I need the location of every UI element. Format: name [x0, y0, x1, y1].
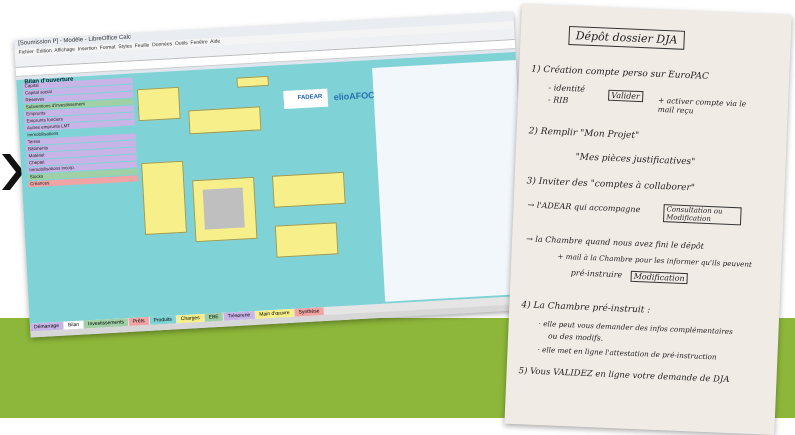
note-line: 3) Inviter des "comptes à collaborer"	[526, 176, 696, 194]
note-line: 4) La Chambre pré-instruit :	[521, 300, 651, 316]
input-cells	[188, 106, 262, 135]
input-cells	[274, 222, 339, 258]
menu-item: Affichage	[54, 46, 76, 54]
note-line: 1) Création compte perso sur EuroPAC	[531, 64, 710, 82]
menu-item: Édition	[36, 47, 52, 55]
menu-item: Outils	[174, 40, 188, 48]
input-cells	[271, 171, 346, 208]
menu-item: Fenêtre	[190, 39, 208, 47]
note-line: "Mes pièces justificatives"	[575, 152, 696, 168]
note-line: pré-instruire	[570, 268, 623, 280]
menu-item: Styles	[118, 43, 133, 51]
note-line: 5) Vous VALIDEZ en ligne votre demande d…	[518, 366, 730, 386]
menu-item: Feuille	[134, 42, 150, 50]
note-line: Valider	[608, 89, 644, 103]
menu-item: Aide	[210, 38, 221, 46]
note-line: → l'ADEAR qui accompagne	[527, 200, 641, 215]
input-cells	[136, 86, 181, 122]
note-line: - RIB	[547, 95, 569, 106]
menu-item: Insertion	[77, 45, 98, 53]
input-cells	[141, 160, 188, 235]
locked-cells	[202, 187, 245, 230]
fadear-logo: FADEAR	[283, 88, 329, 110]
note-line: · elle met en ligne l'attestation de pré…	[537, 344, 717, 362]
menu-item: Format	[99, 44, 116, 52]
note-line: Consultation ou Modification	[662, 204, 742, 226]
row-labels: Capital Capital social Réserves Subventi…	[22, 77, 139, 188]
input-cells	[236, 75, 269, 88]
note-line: + activer compte via le mail reçu	[657, 95, 747, 116]
handwritten-note: Dépôt dossier DJA 1) Création compte per…	[504, 4, 792, 435]
instructions-column	[372, 60, 529, 302]
note-line: ou des modifs.	[547, 331, 604, 343]
note-line: → la Chambre quand nous avez fini le dép…	[525, 234, 705, 251]
note-line: 2) Remplir "Mon Projet"	[528, 126, 640, 142]
menu-item: Fichier	[18, 48, 34, 56]
menu-item: Données	[152, 41, 173, 49]
spreadsheet-photo: [Soumission P] - Modèle - LibreOffice Ca…	[14, 12, 530, 338]
note-line: + mail à la Chambre pour les informer qu…	[557, 251, 753, 269]
note-line: - identité	[548, 83, 586, 94]
note-line: Modification	[630, 270, 688, 285]
note-title: Dépôt dossier DJA	[568, 25, 685, 50]
